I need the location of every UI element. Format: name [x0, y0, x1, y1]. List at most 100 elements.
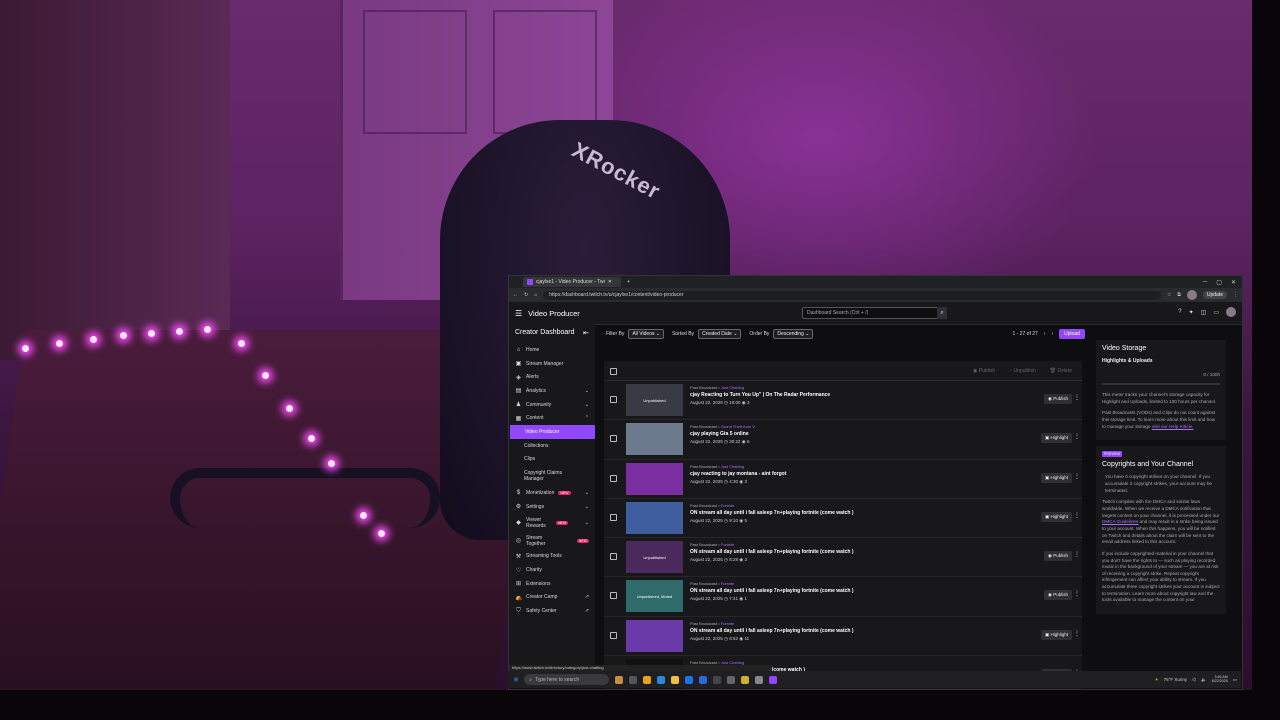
volume-icon[interactable]: 🔈 — [1201, 677, 1207, 683]
table-row[interactable]: Unpublished, Muted Past Broadcast • Fort… — [604, 577, 1082, 617]
bulk-delete-button[interactable]: 🗑 Delete — [1050, 368, 1072, 374]
more-options-icon[interactable]: ⋮ — [1074, 473, 1080, 480]
mail-icon[interactable] — [699, 675, 708, 684]
new-tab-icon[interactable]: + — [627, 279, 630, 285]
category-link[interactable]: Grand Theft Auto V — [721, 424, 755, 429]
settings-app-icon[interactable] — [755, 675, 764, 684]
row-action-button[interactable]: ◉ Publish — [1044, 394, 1072, 404]
more-options-icon[interactable]: ⋮ — [1074, 394, 1080, 401]
sidebar-item-settings[interactable]: ⚙ Settings ⌄ — [509, 500, 595, 514]
row-checkbox[interactable] — [610, 631, 617, 639]
category-link[interactable]: Just Chatting — [721, 464, 744, 469]
row-checkbox[interactable] — [610, 396, 617, 403]
row-action-button[interactable]: ◉ Publish — [1044, 551, 1072, 562]
video-title[interactable]: ON stream all day until i fall asleep 7n… — [690, 628, 854, 634]
maximize-icon[interactable]: ▢ — [1216, 279, 1222, 286]
app-icon[interactable] — [615, 675, 624, 684]
minimize-icon[interactable]: ─ — [1203, 279, 1207, 286]
file-explorer-icon[interactable] — [671, 675, 680, 684]
table-row[interactable]: Unpublished Past Broadcast • Fortnite ON… — [604, 538, 1082, 578]
table-row[interactable]: Unpublished Past Broadcast • Just Chatti… — [604, 381, 1082, 421]
sidebar-item-copyright-claims[interactable]: Copyright Claims Manager — [509, 466, 595, 486]
extensions-icon[interactable]: ⧉ — [1177, 292, 1181, 298]
back-icon[interactable]: ← — [513, 292, 518, 298]
twitch-app-icon[interactable] — [769, 675, 778, 684]
table-row[interactable]: Past Broadcast • Fortnite ON stream all … — [604, 617, 1082, 657]
edge-icon[interactable] — [657, 675, 666, 684]
sorted-by-select[interactable]: Created Date ⌄ — [698, 329, 742, 339]
close-icon[interactable]: ✕ — [608, 279, 612, 285]
task-view-icon[interactable] — [629, 675, 638, 684]
video-thumbnail[interactable]: Unpublished, Muted — [626, 580, 683, 613]
next-page-icon[interactable]: › — [1051, 331, 1053, 337]
magic-icon[interactable]: ✦ — [1189, 309, 1194, 316]
star-icon[interactable]: ☆ — [1167, 292, 1171, 298]
network-icon[interactable]: ⌬ — [1192, 677, 1196, 683]
sidebar-item-monetization[interactable]: $ Monetization NEW ⌄ — [509, 486, 595, 500]
bulk-publish-button[interactable]: ◉ Publish — [973, 368, 995, 374]
video-thumbnail[interactable]: Unpublished — [626, 541, 683, 574]
profile-avatar[interactable] — [1186, 290, 1197, 300]
sidebar-item-community[interactable]: ♟ Community ⌄ — [509, 398, 595, 412]
upload-button[interactable]: Upload — [1059, 329, 1085, 339]
row-checkbox[interactable] — [610, 474, 617, 482]
collapse-icon[interactable]: ⇤ — [583, 329, 589, 337]
chrome-icon[interactable] — [643, 675, 652, 684]
more-options-icon[interactable]: ⋮ — [1074, 512, 1080, 519]
dashboard-search-input[interactable]: Dashboard Search (Ctrl + /) — [802, 307, 943, 319]
whispers-icon[interactable]: ▭ — [1213, 309, 1219, 316]
video-thumbnail[interactable] — [626, 619, 683, 652]
row-checkbox[interactable] — [610, 513, 617, 521]
table-row[interactable]: Past Broadcast • Grand Theft Auto V cjay… — [604, 420, 1082, 460]
sidebar-item-alerts[interactable]: ◈ Alerts — [509, 370, 595, 384]
sidebar-item-clips[interactable]: Clips — [509, 453, 595, 467]
taskbar-search-input[interactable]: ⌕ Type here to search — [524, 674, 610, 685]
help-icon[interactable]: ? — [1178, 309, 1181, 315]
row-action-button[interactable]: ▣ Highlight — [1040, 511, 1072, 522]
update-button[interactable]: Update — [1202, 291, 1227, 299]
notification-center-icon[interactable]: ▭ — [1233, 677, 1237, 683]
sidebar-item-stream-manager[interactable]: ▣ Stream Manager — [509, 357, 595, 371]
video-title[interactable]: cjay playing Gta 5 online — [690, 431, 755, 437]
category-link[interactable]: Just Chatting — [721, 385, 744, 390]
sidebar-item-analytics[interactable]: ▤ Analytics ⌄ — [509, 384, 595, 398]
more-options-icon[interactable]: ⋮ — [1074, 551, 1080, 558]
filter-by-select[interactable]: All Videos ⌄ — [628, 329, 665, 339]
sidebar-item-content[interactable]: ▦ Content ⌃ — [509, 411, 595, 425]
hamburger-icon[interactable]: ☰ — [515, 309, 522, 318]
video-thumbnail[interactable] — [626, 501, 683, 534]
row-action-button[interactable]: ▣ Highlight — [1040, 629, 1072, 640]
video-thumbnail[interactable]: Unpublished — [626, 384, 683, 416]
notifications-icon[interactable]: ◫ — [1201, 309, 1207, 316]
sidebar-item-video-producer[interactable]: Video Producer — [510, 425, 595, 439]
url-field[interactable]: https://dashboard.twitch.tv/u/cjaylxe1/c… — [543, 290, 1161, 300]
video-title[interactable]: cjay Reacting to Turn You Up" | On The R… — [690, 392, 830, 398]
help-article-link[interactable]: visit our Help Article. — [1152, 424, 1194, 429]
menu-icon[interactable]: ⋮ — [1233, 292, 1238, 298]
row-action-button[interactable]: ▣ Highlight — [1040, 433, 1072, 444]
sidebar-item-viewer-rewards[interactable]: ◆ Viewer Rewards NEW ⌄ — [509, 514, 595, 532]
sidebar-item-collections[interactable]: Collections — [509, 439, 595, 453]
sidebar-item-creator-camp[interactable]: ⛺ Creator Camp ↗ — [509, 591, 595, 605]
sidebar-item-streaming-tools[interactable]: ⚒ Streaming Tools — [509, 550, 595, 564]
select-all-checkbox[interactable] — [610, 368, 617, 375]
windows-start-icon[interactable]: ⊞ — [514, 677, 518, 683]
category-link[interactable]: Fortnite — [721, 503, 735, 508]
dmca-guidelines-link[interactable]: DMCA Guidelines — [1102, 519, 1138, 524]
home-nav-icon[interactable]: ⌂ — [534, 292, 537, 298]
sidebar-item-home[interactable]: ⌂ Home — [509, 343, 595, 357]
reload-icon[interactable]: ↻ — [524, 292, 528, 298]
video-thumbnail[interactable] — [626, 423, 683, 456]
sidebar-item-extensions[interactable]: ⊞ Extensions — [509, 577, 595, 591]
video-title[interactable]: ON stream all day until i fall asleep 7n… — [690, 510, 854, 516]
category-link[interactable]: Fortnite — [721, 581, 735, 586]
more-options-icon[interactable]: ⋮ — [1074, 630, 1080, 637]
video-thumbnail[interactable] — [626, 462, 683, 495]
row-action-button[interactable]: ◉ Publish — [1044, 590, 1072, 601]
row-checkbox[interactable] — [610, 435, 617, 443]
browser-tab[interactable]: cjaylxe1 - Video Producer - Twi ✕ — [523, 277, 621, 287]
order-by-select[interactable]: Descending ⌄ — [773, 329, 814, 339]
category-link[interactable]: Fortnite — [721, 542, 735, 547]
video-title[interactable]: ON stream all day until i fall asleep 7n… — [690, 588, 854, 594]
app-icon[interactable] — [741, 675, 750, 684]
